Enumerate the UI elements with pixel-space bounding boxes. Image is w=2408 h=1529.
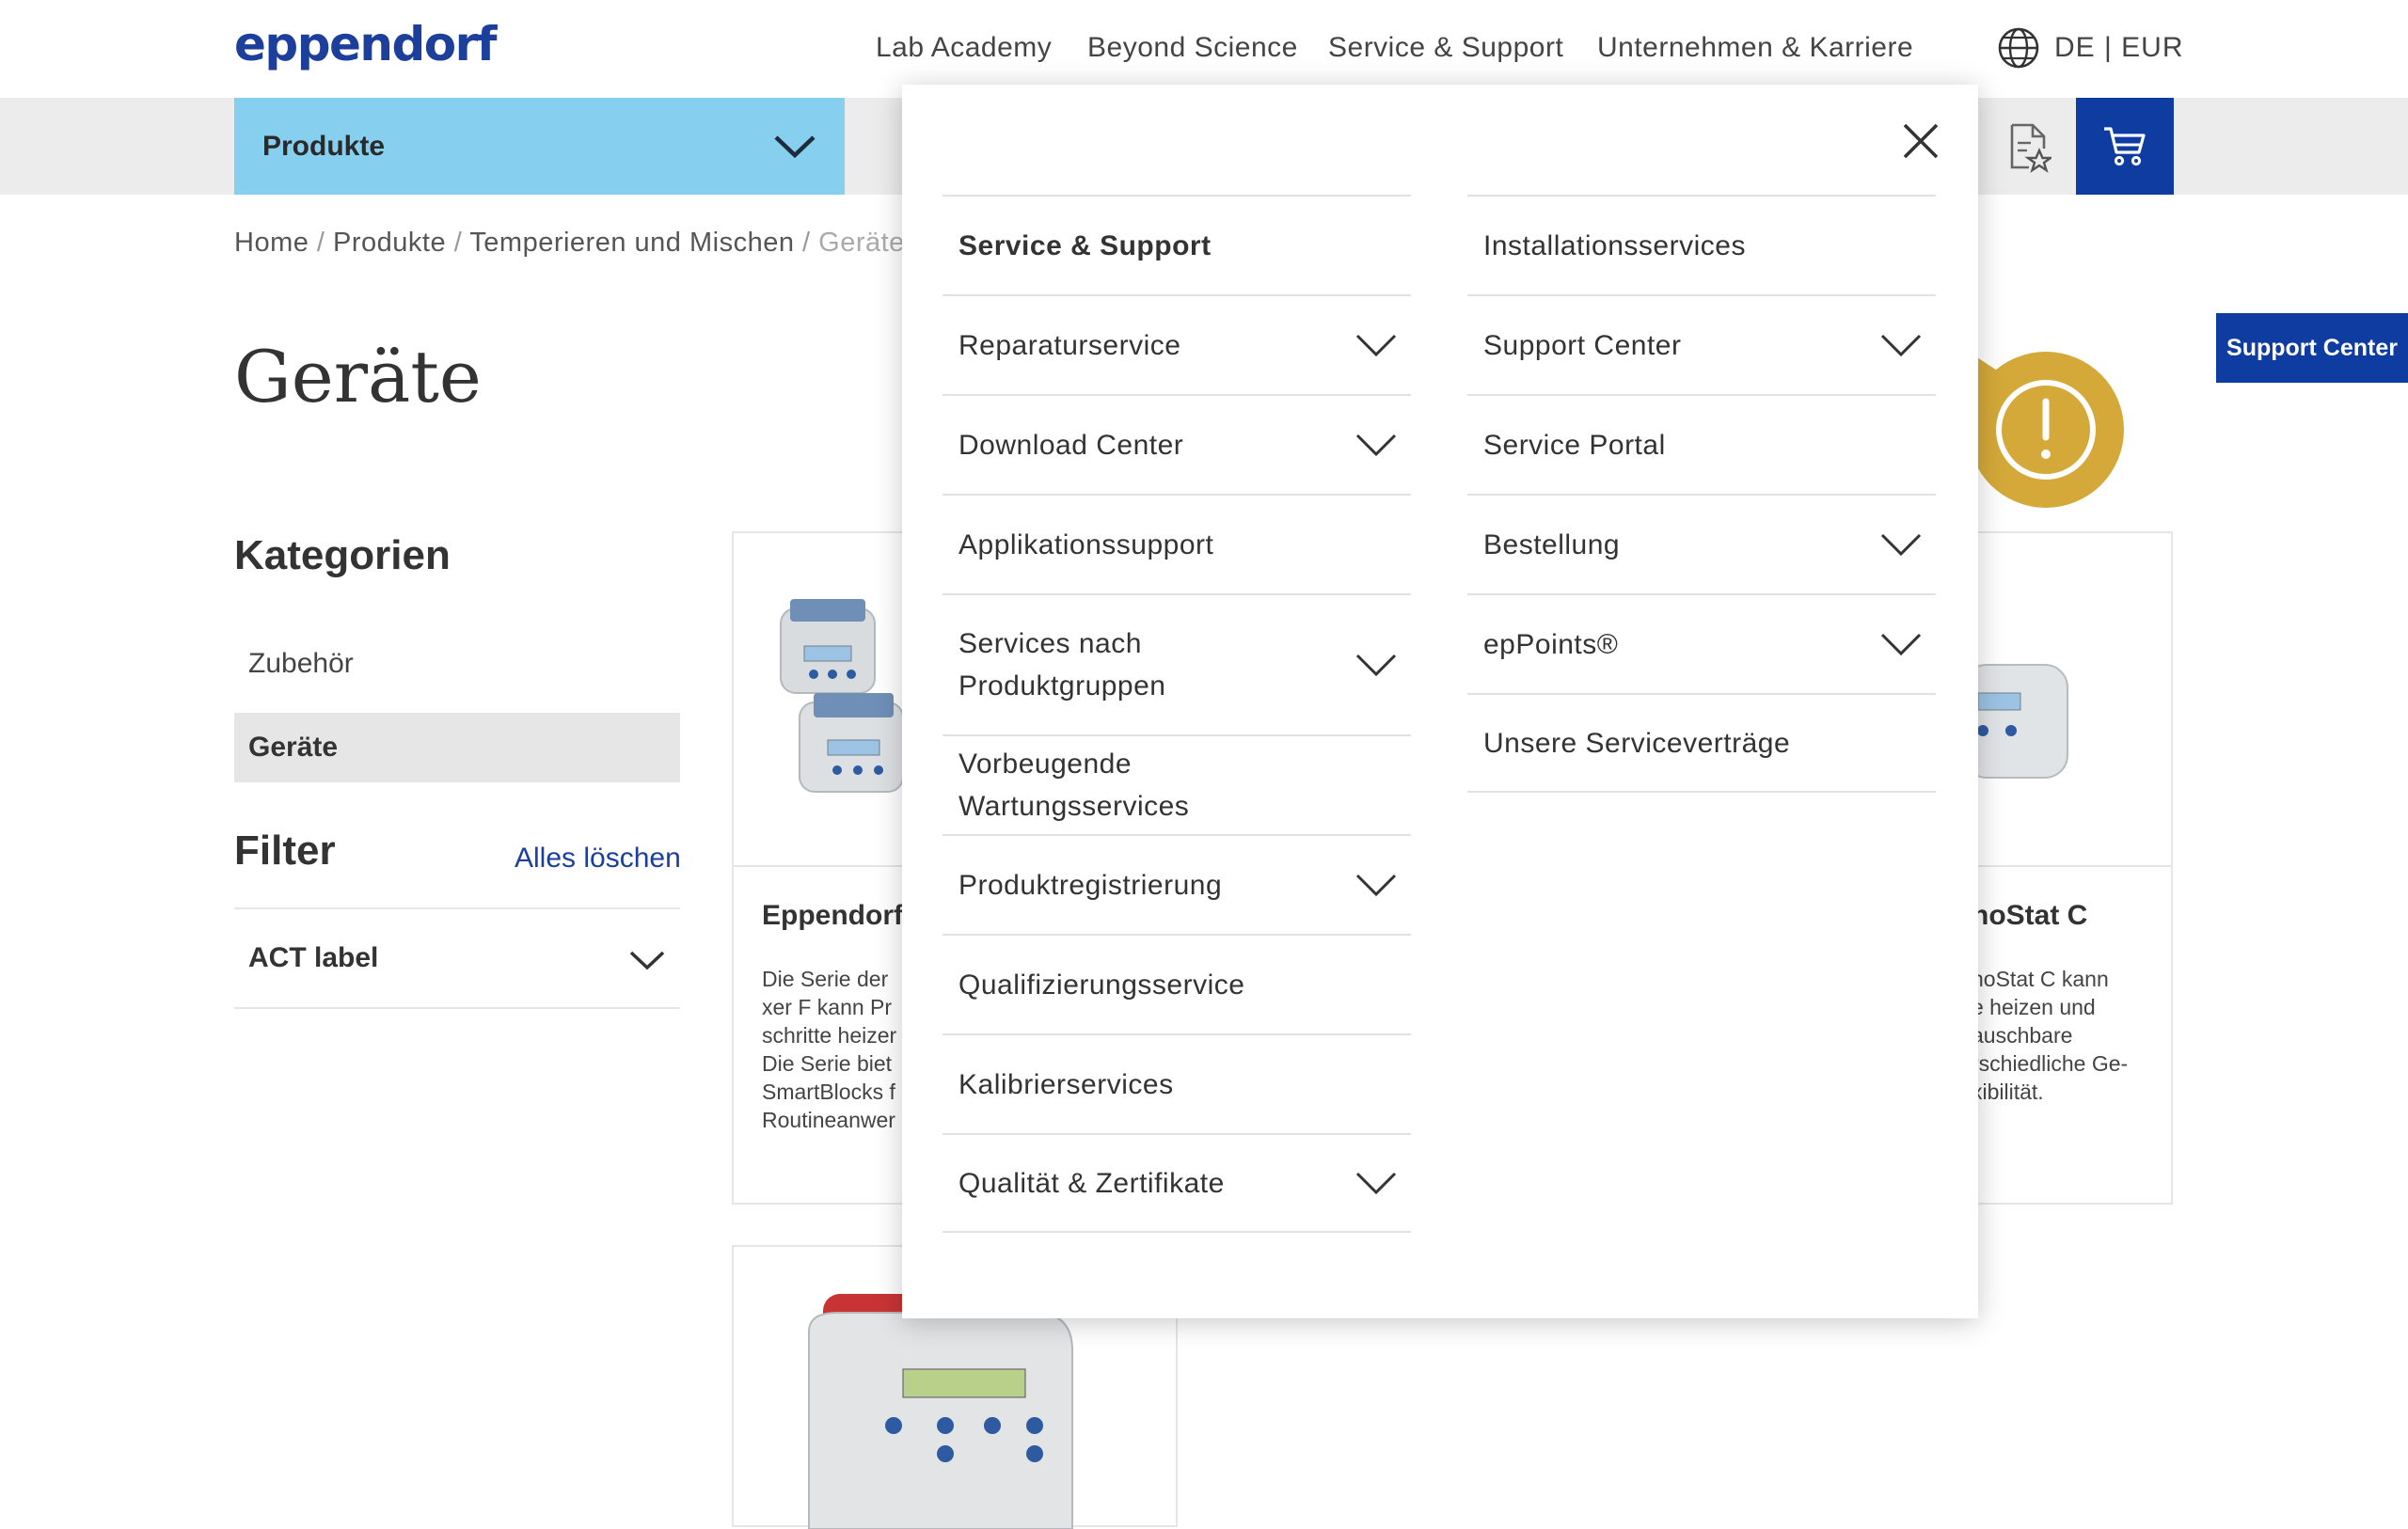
support-center-tab[interactable]: Support Center bbox=[2216, 313, 2408, 383]
menu-item-applikationssupport[interactable]: Applikationssupport bbox=[943, 494, 1411, 593]
category-geraete[interactable]: Geräte bbox=[234, 713, 680, 782]
menu-item-label: Reparaturservice bbox=[958, 329, 1181, 361]
breadcrumb-temperieren[interactable]: Temperieren und Mischen bbox=[469, 228, 794, 258]
page-title: Geräte bbox=[234, 335, 482, 418]
globe-icon[interactable] bbox=[1996, 25, 2041, 71]
breadcrumb: Home / Produkte / Temperieren und Mische… bbox=[234, 228, 905, 259]
chevron-down-icon[interactable] bbox=[1354, 432, 1398, 458]
card-title: Eppendorf bbox=[762, 900, 903, 931]
menu-right-column: Installationsservices Support Center Ser… bbox=[1467, 195, 1936, 793]
menu-item-label: Bestellung bbox=[1483, 528, 1621, 560]
chevron-down-icon[interactable] bbox=[1354, 652, 1398, 678]
menu-item-eppoints[interactable]: epPoints® bbox=[1467, 593, 1936, 693]
chevron-down-icon[interactable] bbox=[1879, 332, 1923, 358]
breadcrumb-home[interactable]: Home bbox=[234, 228, 309, 258]
service-support-menu: Service & Support Reparaturservice Downl… bbox=[902, 85, 1978, 1318]
filter-label: ACT label bbox=[248, 942, 379, 973]
thermomixer-image bbox=[780, 599, 904, 793]
menu-item-kalibrierservices[interactable]: Kalibrierservices bbox=[943, 1033, 1411, 1133]
menu-item-produktregistrierung[interactable]: Produktregistrierung bbox=[943, 834, 1411, 934]
filter-act-label[interactable]: ACT label bbox=[234, 907, 680, 1009]
document-star-icon[interactable] bbox=[2006, 122, 2052, 173]
menu-item-vorbeugende-wartung[interactable]: Vorbeugende Wartungsservices bbox=[943, 734, 1411, 834]
products-dropdown-label: Produkte bbox=[262, 130, 386, 162]
breadcrumb-separator: / bbox=[802, 228, 819, 258]
card-title: noStat C bbox=[1972, 900, 2088, 931]
chevron-down-icon[interactable] bbox=[1354, 332, 1398, 358]
breadcrumb-separator: / bbox=[453, 228, 470, 258]
menu-item-reparaturservice[interactable]: Reparaturservice bbox=[943, 294, 1411, 394]
menu-item-service-portal[interactable]: Service Portal bbox=[1467, 394, 1936, 494]
menu-item-label: Services nach Produktgruppen bbox=[958, 628, 1166, 701]
menu-item-bestellung[interactable]: Bestellung bbox=[1467, 494, 1936, 593]
card-description: noStat C kann e heizen und auschbare rsc… bbox=[1972, 967, 2129, 1104]
chevron-down-icon bbox=[774, 135, 816, 159]
locale-selector[interactable]: DE | EUR bbox=[2054, 32, 2183, 64]
categories-heading: Kategorien bbox=[234, 532, 451, 578]
nav-unternehmen-karriere[interactable]: Unternehmen & Karriere bbox=[1597, 32, 1913, 64]
menu-item-service-support[interactable]: Service & Support bbox=[943, 195, 1411, 294]
cart-icon bbox=[2104, 127, 2146, 166]
cart-button[interactable] bbox=[2076, 98, 2174, 195]
menu-item-label: Qualität & Zertifikate bbox=[958, 1167, 1225, 1199]
menu-item-download-center[interactable]: Download Center bbox=[943, 394, 1411, 494]
eppendorf-logo[interactable]: eppendorf bbox=[234, 17, 498, 71]
chevron-down-icon[interactable] bbox=[1354, 872, 1398, 898]
menu-item-label: Produktregistrierung bbox=[958, 869, 1223, 901]
menu-item-installationsservices[interactable]: Installationsservices bbox=[1467, 195, 1936, 294]
products-dropdown[interactable]: Produkte bbox=[234, 98, 845, 195]
chevron-down-icon[interactable] bbox=[1354, 1170, 1398, 1196]
chevron-down-icon[interactable] bbox=[1879, 531, 1923, 558]
breadcrumb-produkte[interactable]: Produkte bbox=[333, 228, 446, 258]
chevron-down-icon bbox=[629, 951, 665, 970]
close-icon[interactable] bbox=[1900, 120, 1941, 162]
card-description: Die Serie der xer F kann Pr schritte hei… bbox=[762, 967, 897, 1132]
breadcrumb-separator: / bbox=[316, 228, 334, 258]
menu-left-column: Service & Support Reparaturservice Downl… bbox=[943, 195, 1411, 1233]
menu-item-label: Support Center bbox=[1483, 329, 1682, 361]
category-zubehoer[interactable]: Zubehör bbox=[234, 629, 680, 699]
clear-all-link[interactable]: Alles löschen bbox=[515, 843, 681, 875]
nav-lab-academy[interactable]: Lab Academy bbox=[876, 32, 1052, 64]
nav-beyond-science[interactable]: Beyond Science bbox=[1087, 32, 1298, 64]
breadcrumb-current: Geräte bbox=[818, 228, 905, 258]
chevron-down-icon[interactable] bbox=[1879, 631, 1923, 657]
menu-item-servicevertraege[interactable]: Unsere Serviceverträge bbox=[1467, 693, 1936, 793]
menu-item-qualifizierungsservice[interactable]: Qualifizierungsservice bbox=[943, 934, 1411, 1033]
menu-item-label: Download Center bbox=[958, 429, 1184, 461]
menu-item-services-produktgruppen[interactable]: Services nach Produktgruppen bbox=[943, 593, 1411, 734]
menu-item-qualitaet-zertifikate[interactable]: Qualität & Zertifikate bbox=[943, 1133, 1411, 1233]
nav-service-support[interactable]: Service & Support bbox=[1328, 32, 1563, 64]
alert-icon[interactable] bbox=[1956, 343, 2126, 512]
filter-heading: Filter bbox=[234, 828, 336, 874]
menu-item-support-center[interactable]: Support Center bbox=[1467, 294, 1936, 394]
menu-item-label: epPoints® bbox=[1483, 628, 1619, 660]
